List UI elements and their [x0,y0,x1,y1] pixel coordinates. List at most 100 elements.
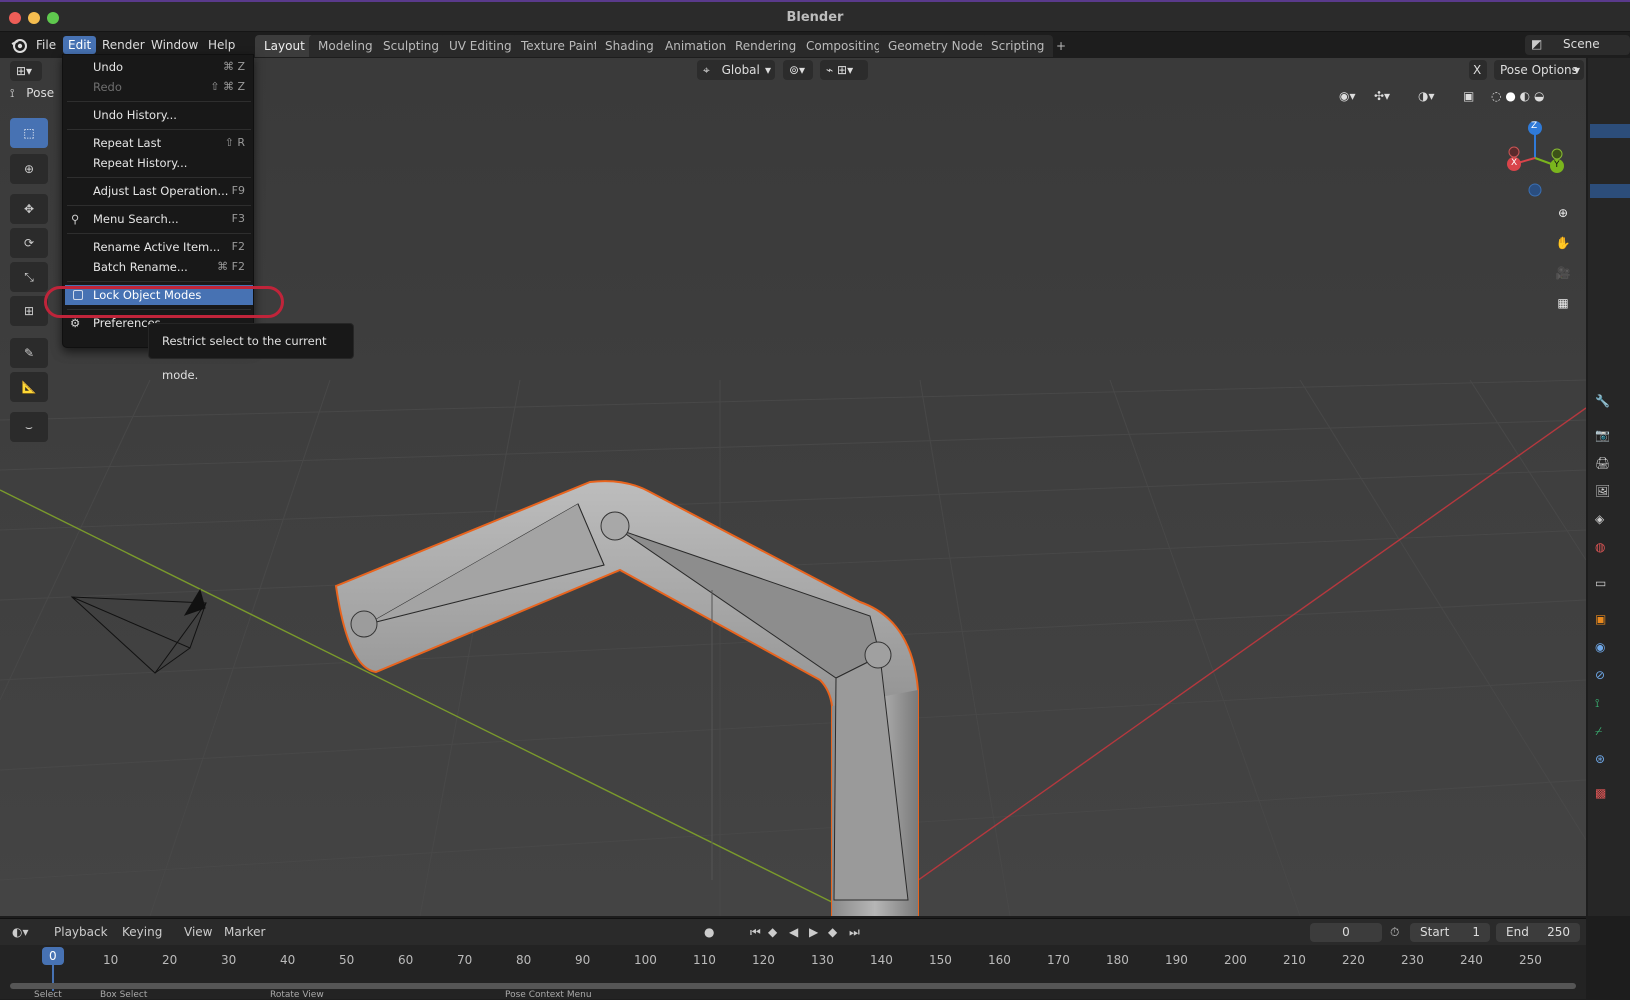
scene-properties-icon[interactable]: ◈ [1595,512,1615,532]
marker-menu[interactable]: Marker [224,924,265,940]
menu-file[interactable]: File [31,36,61,54]
next-keyframe-icon[interactable]: ◆ [828,924,837,940]
repeat-history-menu-item[interactable]: Repeat History... [63,153,253,173]
gizmo-toggle-button[interactable]: ✣▾ [1368,86,1404,106]
pose-mode-selector[interactable]: ⟟ Pose [10,86,60,104]
tab-scripting[interactable]: Scripting [982,35,1054,57]
measure-tool[interactable]: 📐 [10,372,48,402]
rename-active-item-menu-item[interactable]: Rename Active Item... F2 [63,237,253,257]
world-properties-icon[interactable]: ◍ [1595,540,1615,560]
solid-shading-icon[interactable]: ● [1505,89,1515,103]
keying-menu[interactable]: Keying [122,924,162,940]
rendered-shading-icon[interactable]: ◒ [1534,89,1544,103]
pose-options-dropdown[interactable]: Pose Options ▾ [1494,60,1584,80]
batch-rename-menu-item[interactable]: Batch Rename... ⌘ F2 [63,257,253,277]
menu-render[interactable]: Render [97,36,150,54]
ruler-icon: 📐 [21,380,37,394]
navigation-gizmo[interactable]: Z Y X [1500,118,1570,198]
menu-edit[interactable]: Edit [63,36,97,54]
output-properties-icon[interactable]: 🖨 [1595,456,1615,476]
adjust-last-operation-menu-item[interactable]: Adjust Last Operation... F9 [63,181,253,201]
material-shading-icon[interactable]: ◐ [1520,89,1530,103]
texture-properties-icon[interactable]: ▩ [1595,786,1615,806]
pivot-point-button[interactable]: ⊚▾ [783,60,813,80]
visibility-button[interactable]: ◉▾ [1333,86,1361,106]
play-reverse-icon[interactable]: ◀ [789,924,798,940]
xray-toggle-button[interactable]: ▣ [1457,86,1477,106]
object-properties-icon[interactable]: ▣ [1595,612,1615,632]
current-frame-field[interactable]: 0 [1310,923,1382,942]
record-button[interactable]: ● [704,924,714,940]
camera-view-icon[interactable]: 🎥 [1550,260,1576,286]
start-frame-field[interactable]: Start 1 [1410,923,1490,942]
bone-properties-icon[interactable]: ⌿ [1595,724,1615,744]
modifier-properties-icon[interactable]: ◉ [1595,640,1615,660]
collection-properties-icon[interactable]: ▭ [1595,576,1615,596]
menu-divider [67,177,251,178]
stopwatch-icon[interactable]: ⏱ [1390,924,1399,940]
bone-constraint-properties-icon[interactable]: ⊛ [1595,752,1615,772]
timeline-editor[interactable]: ◐▾ Playback Keying View Marker ● ⏮ ◆ ◀ ▶… [0,918,1586,1000]
tab-compositing[interactable]: Compositing [797,35,891,57]
wireframe-shading-icon[interactable]: ◌ [1491,89,1501,103]
undo-history-menu-item[interactable]: Undo History... [63,105,253,125]
tool-properties-icon[interactable]: 🔧 [1595,394,1615,414]
select-box-tool[interactable]: ⬚ [10,118,48,148]
menu-search-menu-item[interactable]: ⚲ Menu Search... F3 [63,209,253,229]
play-icon[interactable]: ▶ [809,924,818,940]
snap-button[interactable]: ⌁ ⊞▾ [820,60,868,80]
object-data-properties-icon[interactable]: ⟟ [1595,696,1615,716]
timeline-header: ◐▾ Playback Keying View Marker ● ⏮ ◆ ◀ ▶… [0,919,1586,945]
timeline-scrollbar[interactable] [10,983,1576,989]
prev-keyframe-icon[interactable]: ◆ [768,924,777,940]
perspective-grid-icon[interactable]: ▦ [1550,290,1576,316]
annotate-tool[interactable]: ✎ [10,338,48,368]
jump-end-icon[interactable]: ⏭ [849,924,860,940]
scene-selector[interactable]: ◩ Scene [1525,35,1630,55]
relax-pose-tool[interactable]: ⌣ [10,412,48,442]
constraint-properties-icon[interactable]: ⊘ [1595,668,1615,688]
redo-menu-item[interactable]: Redo ⇧ ⌘ Z [63,77,253,97]
tab-sculpting[interactable]: Sculpting [374,35,449,57]
tab-modeling[interactable]: Modeling [309,35,382,57]
gizmo-x-label: X [1511,158,1518,168]
mode-label: Pose [26,86,55,100]
tab-texture-paint[interactable]: Texture Paint [512,35,608,57]
tooltip: Restrict select to the current mode. [148,323,354,382]
shading-modes[interactable]: ◌ ● ◐ ◒ [1485,86,1575,106]
view-menu[interactable]: View [184,924,212,940]
x-mirror-toggle[interactable]: X [1469,60,1487,80]
tab-layout[interactable]: Layout [255,35,314,57]
tab-rendering[interactable]: Rendering [726,35,806,57]
transform-tool[interactable]: ⊞ [10,296,48,326]
menu-help[interactable]: Help [203,36,240,54]
end-frame-field[interactable]: End 250 [1496,923,1580,942]
pan-hand-icon[interactable]: ✋ [1550,230,1576,256]
adjust-last-label: Adjust Last Operation... [93,184,229,198]
overlay-toggle-button[interactable]: ◑▾ [1412,86,1448,106]
playback-menu[interactable]: Playback [54,924,108,940]
blender-logo-icon[interactable] [10,36,28,54]
undo-menu-item[interactable]: Undo ⌘ Z [63,57,253,77]
transform-orientation-dropdown[interactable]: ⌖ Global ▾ [697,60,775,80]
cursor-tool[interactable]: ⊕ [10,154,48,184]
view-layer-properties-icon[interactable]: 🖼 [1595,484,1615,504]
render-properties-icon[interactable]: 📷 [1595,428,1615,448]
editor-type-button[interactable]: ⊞▾ [10,61,42,81]
menu-divider [67,233,251,234]
ruler-frame-number: 220 [1342,953,1365,967]
tab-geometry-nodes[interactable]: Geometry Nodes [879,35,999,57]
repeat-last-menu-item[interactable]: Repeat Last ⇧ R [63,133,253,153]
move-tool[interactable]: ✥ [10,194,48,224]
tab-shading[interactable]: Shading [596,35,663,57]
tab-uv-editing[interactable]: UV Editing [440,35,521,57]
menu-window[interactable]: Window [146,36,203,54]
add-workspace-button[interactable]: + [1047,35,1075,57]
tab-animation[interactable]: Animation [656,35,736,57]
highlight-ring [44,286,284,318]
timeline-editor-type-button[interactable]: ◐▾ [12,924,29,940]
scale-tool[interactable]: ⤡ [10,262,48,292]
jump-start-icon[interactable]: ⏮ [750,924,761,940]
rotate-tool[interactable]: ⟳ [10,228,48,258]
zoom-icon[interactable]: ⊕ [1550,200,1576,226]
